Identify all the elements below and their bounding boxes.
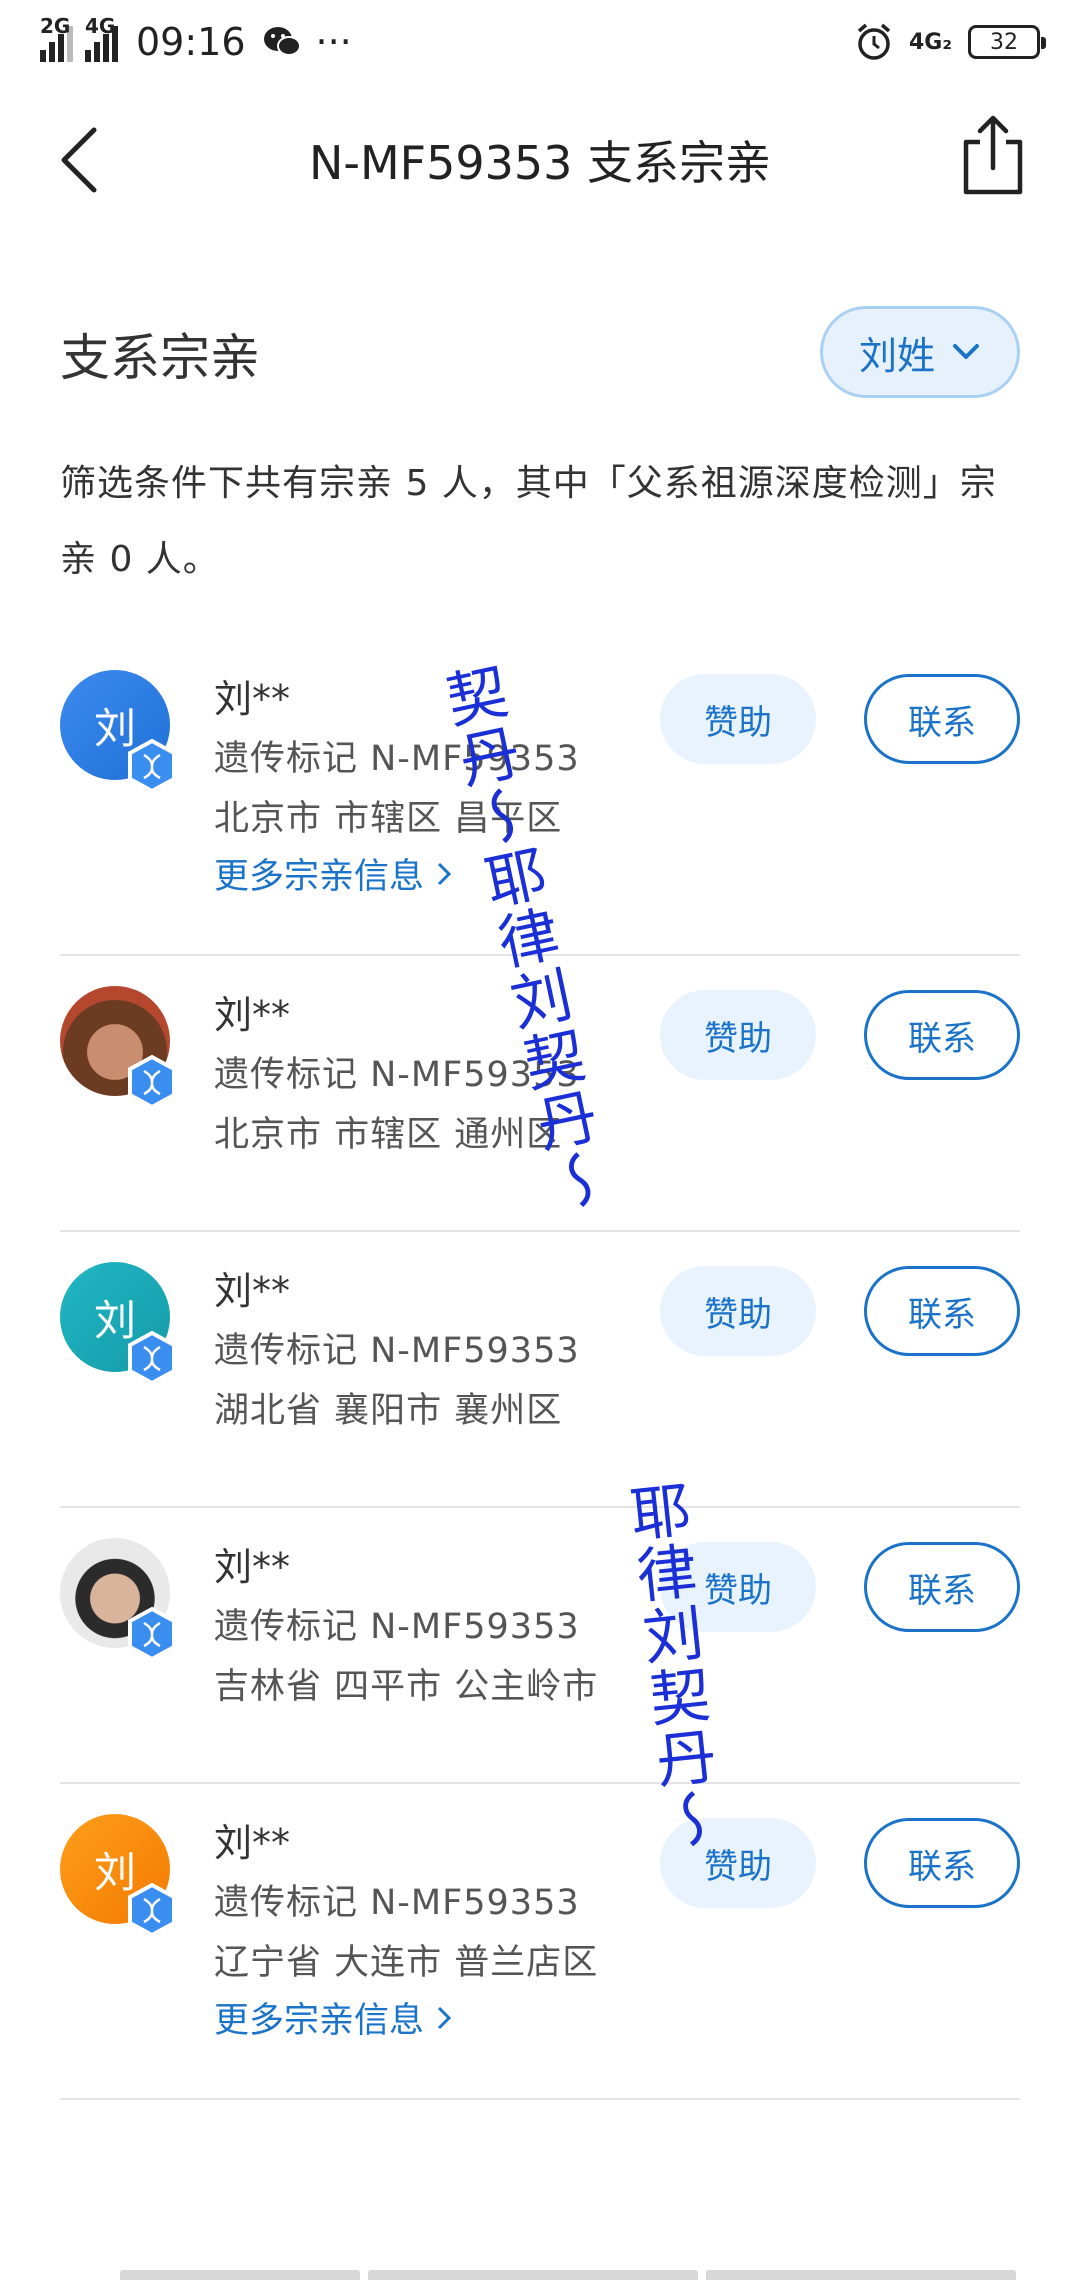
list-item: 刘 刘** 遗传标记 N-MF59353 湖北省 襄阳市 襄州区 赞助 联系 — [60, 1232, 1020, 1508]
location: 北京市 市辖区 昌平区 — [214, 799, 563, 839]
list-item: 刘 刘** 遗传标记 N-MF59353 北京市 市辖区 昌平区 更多宗亲信息 … — [60, 640, 1020, 956]
signal-sim2-icon: 4G — [85, 14, 118, 62]
location: 北京市 市辖区 通州区 — [214, 1115, 563, 1155]
dna-badge-icon — [128, 1606, 176, 1662]
contact-button[interactable]: 联系 — [864, 990, 1020, 1080]
dna-badge-icon — [128, 1330, 176, 1386]
chevron-right-icon — [437, 862, 452, 885]
relative-name: 刘** — [214, 1269, 291, 1313]
location: 辽宁省 大连市 普兰店区 — [214, 1943, 599, 1983]
navigation-bar: N-MF59353 支系宗亲 — [0, 100, 1080, 220]
dna-badge-icon — [128, 738, 176, 794]
list-item: 刘** 遗传标记 N-MF59353 吉林省 四平市 公主岭市 赞助 联系 — [60, 1508, 1020, 1784]
more-info-label: 更多宗亲信息 — [214, 857, 425, 897]
chevron-down-icon — [953, 344, 979, 359]
share-icon[interactable] — [960, 112, 1026, 198]
genetic-marker: 遗传标记 N-MF59353 — [214, 1883, 580, 1923]
back-icon[interactable] — [54, 122, 114, 198]
contact-button[interactable]: 联系 — [864, 1818, 1020, 1908]
battery-icon: 32 — [968, 25, 1046, 59]
network-type-icon: 4G₂ — [908, 29, 952, 55]
more-notifications-icon: ··· — [315, 20, 352, 64]
location: 吉林省 四平市 公主岭市 — [214, 1667, 599, 1707]
dna-badge-icon — [128, 1882, 176, 1938]
contact-button[interactable]: 联系 — [864, 1542, 1020, 1632]
surname-filter-dropdown[interactable]: 刘姓 — [820, 306, 1020, 398]
contact-button[interactable]: 联系 — [864, 674, 1020, 764]
more-info-label: 更多宗亲信息 — [214, 2001, 425, 2041]
sponsor-button[interactable]: 赞助 — [660, 1542, 816, 1632]
wechat-notification-icon — [263, 27, 301, 56]
summary-text: 筛选条件下共有宗亲 5 人，其中「父系祖源深度检测」宗亲 0 人。 — [60, 463, 997, 580]
contact-button[interactable]: 联系 — [864, 1266, 1020, 1356]
alarm-icon — [857, 23, 891, 60]
sponsor-button[interactable]: 赞助 — [660, 1818, 816, 1908]
dna-badge-icon — [128, 1054, 176, 1110]
relatives-list: 刘 刘** 遗传标记 N-MF59353 北京市 市辖区 昌平区 更多宗亲信息 … — [60, 640, 1020, 2100]
avatar: 刘 — [60, 1814, 176, 1938]
status-time: 09:16 — [136, 20, 246, 64]
signal-sim1-icon: 2G — [40, 14, 73, 62]
bottom-navigation-hint — [120, 2270, 1020, 2280]
list-item: 刘** 遗传标记 N-MF59353 北京市 市辖区 通州区 赞助 联系 — [60, 956, 1020, 1232]
sponsor-button[interactable]: 赞助 — [660, 1266, 816, 1356]
genetic-marker: 遗传标记 N-MF59353 — [214, 739, 580, 779]
genetic-marker: 遗传标记 N-MF59353 — [214, 1331, 580, 1371]
status-bar: 2G 4G 09:16 ··· 4G₂ 32 — [0, 0, 1080, 84]
relative-name: 刘** — [214, 1545, 291, 1589]
list-item: 刘 刘** 遗传标记 N-MF59353 辽宁省 大连市 普兰店区 更多宗亲信息… — [60, 1784, 1020, 2100]
location: 湖北省 襄阳市 襄州区 — [214, 1391, 563, 1431]
relative-name: 刘** — [214, 1821, 291, 1865]
battery-level: 32 — [990, 29, 1018, 55]
app-screen: 2G 4G 09:16 ··· 4G₂ 32 N-MF59353 支系宗亲 支系… — [0, 0, 1080, 2280]
avatar: 刘 — [60, 1262, 176, 1386]
more-info-link[interactable]: 更多宗亲信息 — [214, 848, 452, 899]
avatar — [60, 1538, 176, 1662]
more-info-link[interactable]: 更多宗亲信息 — [214, 1992, 452, 2043]
relative-name: 刘** — [214, 677, 291, 721]
avatar — [60, 986, 176, 1110]
genetic-marker: 遗传标记 N-MF59353 — [214, 1607, 580, 1647]
sponsor-button[interactable]: 赞助 — [660, 674, 816, 764]
section-title: 支系宗亲 — [60, 329, 260, 387]
chevron-right-icon — [437, 2006, 452, 2029]
sponsor-button[interactable]: 赞助 — [660, 990, 816, 1080]
filter-label: 刘姓 — [858, 333, 935, 378]
relative-name: 刘** — [214, 993, 291, 1037]
genetic-marker: 遗传标记 N-MF59353 — [214, 1055, 580, 1095]
page-title: N-MF59353 支系宗亲 — [308, 136, 772, 190]
avatar: 刘 — [60, 670, 176, 794]
